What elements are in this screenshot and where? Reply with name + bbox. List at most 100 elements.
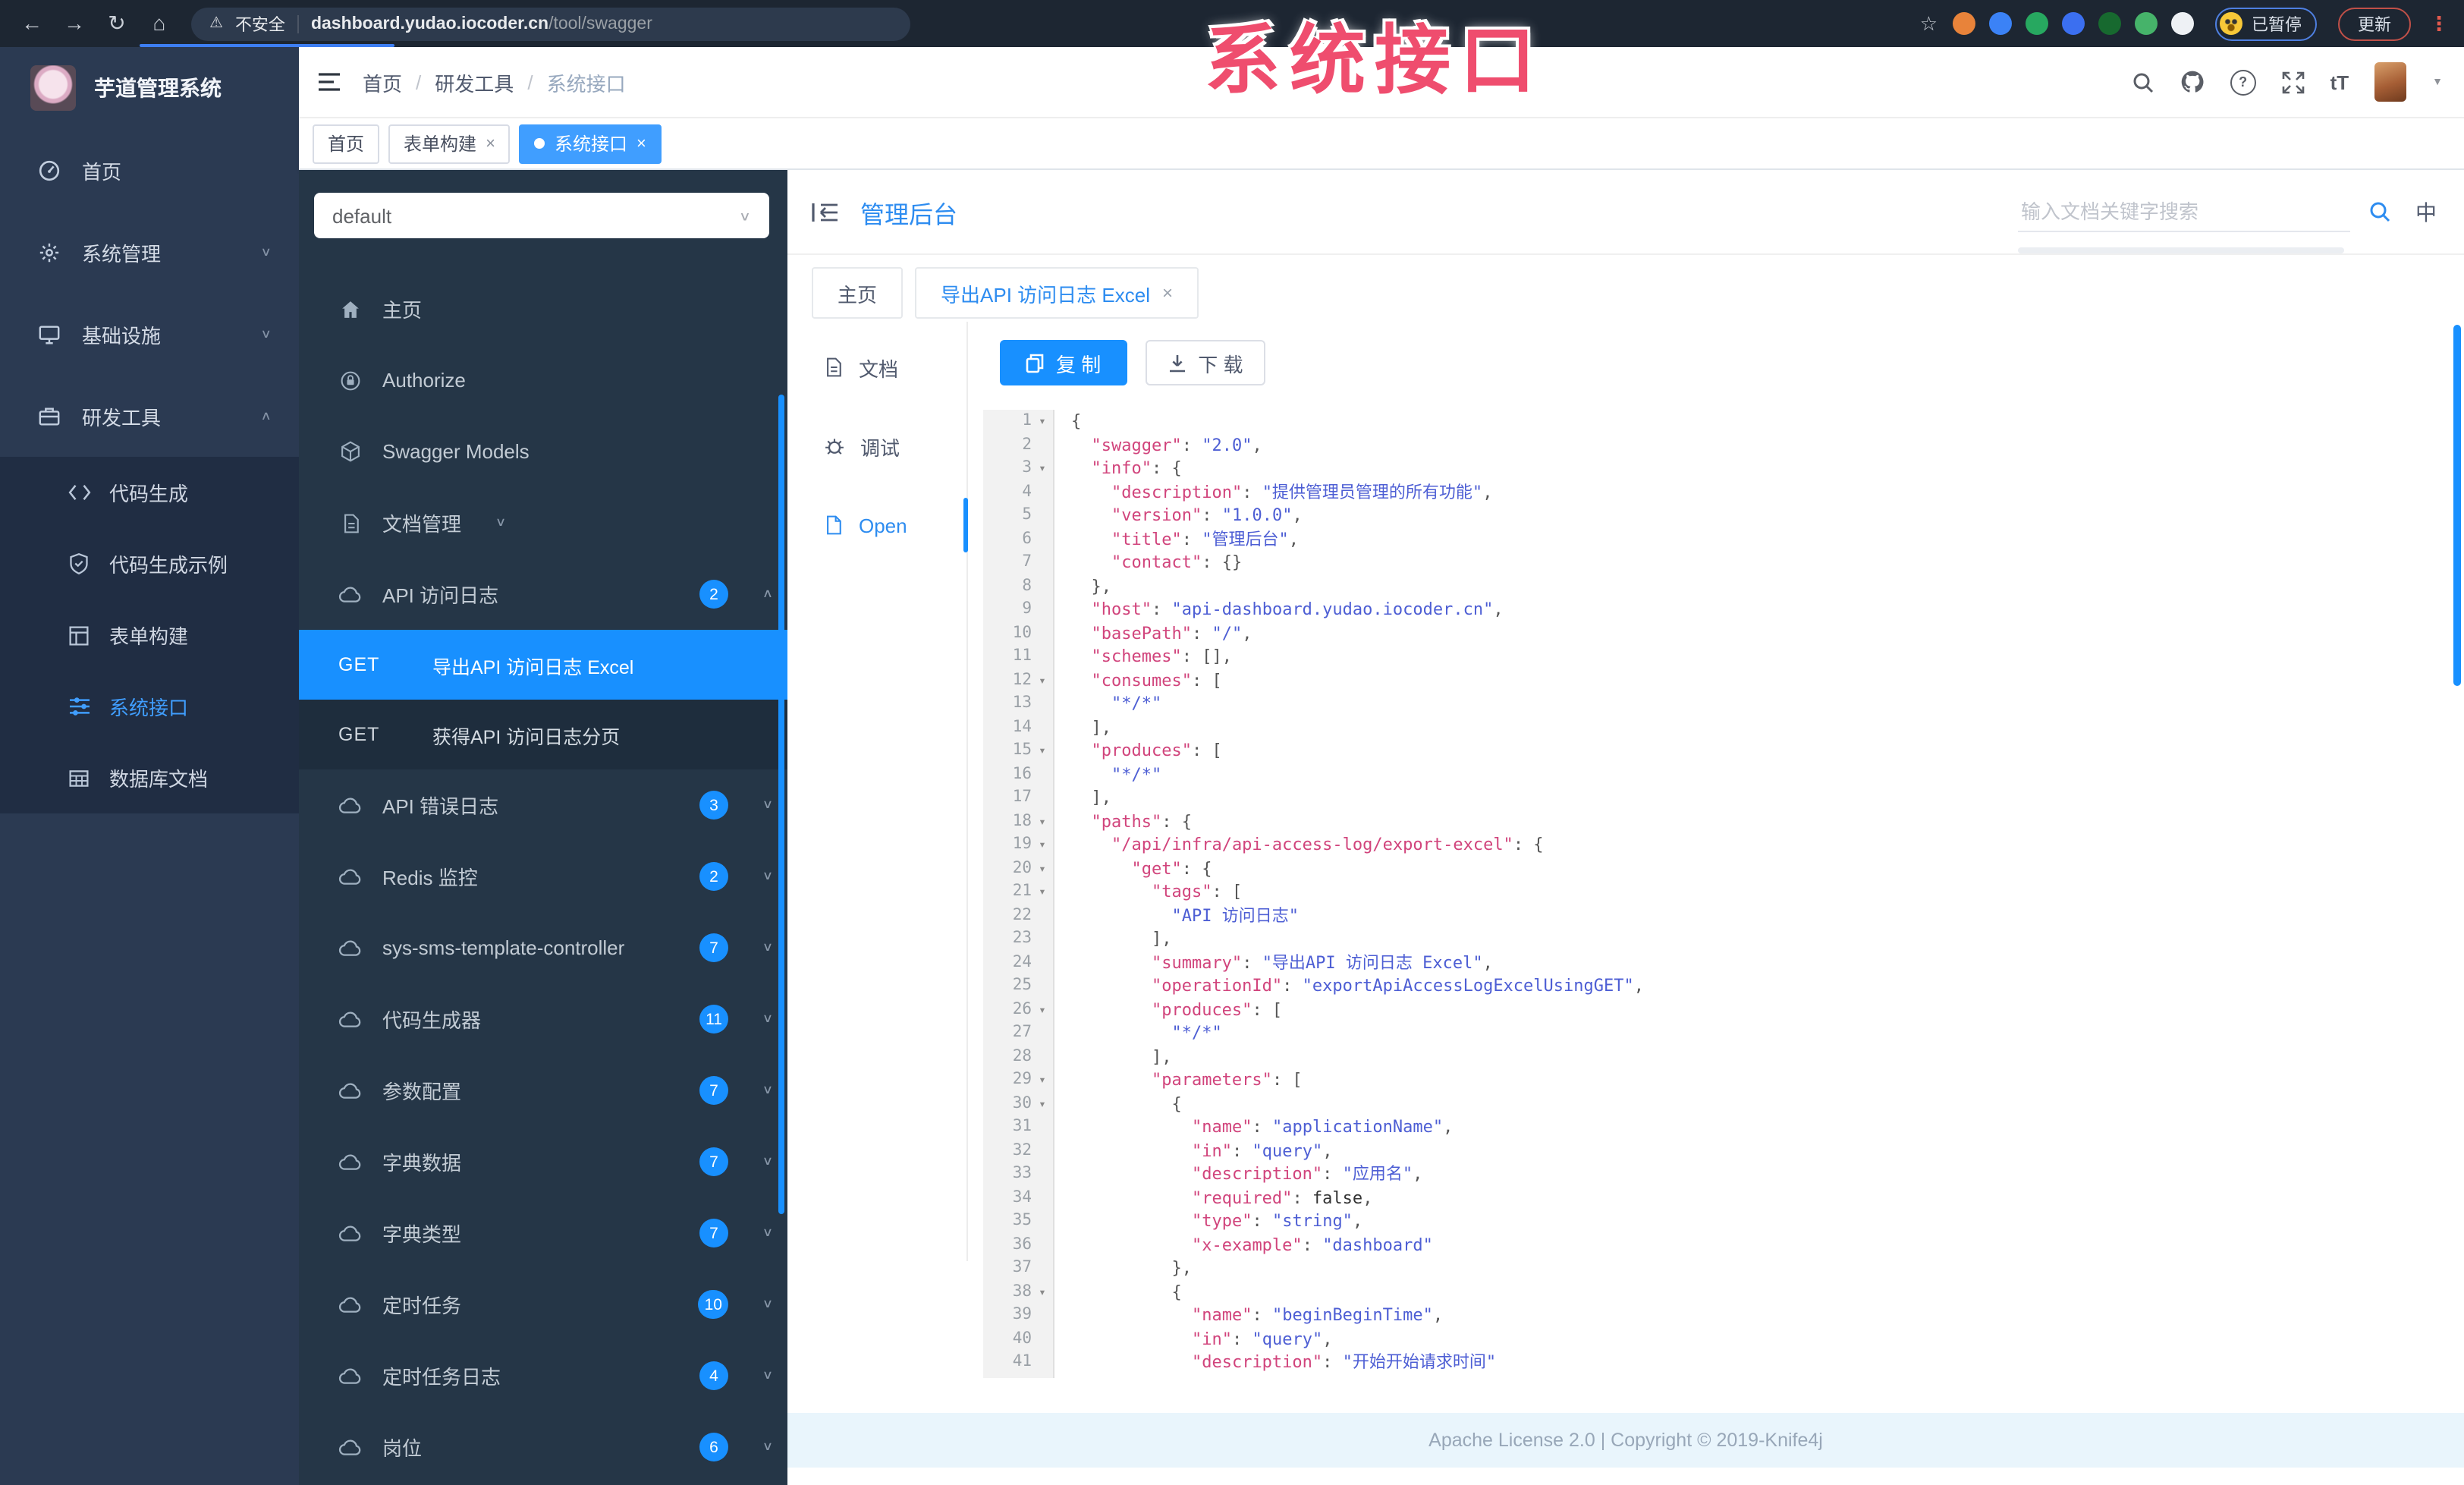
sidebar-item-表单构建[interactable]: 表单构建 [0, 599, 299, 671]
close-tag-icon[interactable]: × [486, 134, 495, 153]
update-button[interactable]: 更新 [2338, 7, 2411, 40]
main-scrollbar[interactable] [2453, 325, 2461, 686]
scroll-hint-bar [2018, 247, 2344, 253]
breadcrumb-item[interactable]: 研发工具 [435, 68, 514, 96]
code-line: 40 "in": "query", [983, 1327, 2452, 1351]
api-group-定时任务日志[interactable]: 定时任务日志 4 ∨ [299, 1340, 787, 1411]
collapse-sidebar-icon[interactable] [812, 201, 839, 222]
api-group-API 访问日志[interactable]: API 访问日志 2 ∧ [299, 558, 787, 630]
api-group-参数配置[interactable]: 参数配置 7 ∨ [299, 1055, 787, 1126]
home-icon[interactable]: ⌂ [143, 11, 176, 36]
fold-icon[interactable]: ▾ [1032, 1280, 1053, 1304]
doc-search-input[interactable] [2018, 191, 2350, 232]
api-group-代码生成器[interactable]: 代码生成器 11 ∨ [299, 983, 787, 1055]
fold-icon[interactable]: ▾ [1032, 833, 1053, 857]
api-operation-获得API 访问日志分页[interactable]: GET 获得API 访问日志分页 [299, 700, 787, 769]
line-number: 15 [1012, 741, 1032, 759]
fold-icon [1032, 621, 1053, 645]
api-group-字典数据[interactable]: 字典数据 7 ∨ [299, 1126, 787, 1197]
ext-dark-green-box[interactable] [2098, 12, 2121, 35]
ext-orange[interactable] [1953, 12, 1975, 35]
font-size-icon[interactable]: tT [2330, 71, 2349, 93]
sidebar-item-首页[interactable]: 首页 [0, 129, 299, 211]
doc-nav-调试[interactable]: 调试 [787, 413, 966, 480]
doc-search-icon[interactable] [2368, 200, 2391, 223]
user-menu-caret-icon[interactable]: ▼ [2432, 77, 2443, 87]
fold-icon[interactable]: ▾ [1032, 410, 1053, 433]
ext-green-circle[interactable] [2026, 12, 2048, 35]
api-group-Swagger Models[interactable]: Swagger Models [299, 416, 787, 487]
breadcrumb-item[interactable]: 首页 [363, 68, 402, 96]
api-group-API 错误日志[interactable]: API 错误日志 3 ∨ [299, 769, 787, 841]
tag-表单构建[interactable]: 表单构建 × [388, 124, 511, 163]
sidebar-item-label: 系统接口 [109, 697, 189, 719]
close-tag-icon[interactable]: × [636, 134, 646, 153]
back-icon[interactable]: ← [15, 11, 49, 36]
token: "parameters" [1151, 1070, 1272, 1090]
sidebar-item-代码生成示例[interactable]: 代码生成示例 [0, 528, 299, 599]
doc-tab-主页[interactable]: 主页 [812, 267, 904, 319]
api-group-Authorize[interactable]: Authorize [299, 345, 787, 416]
fold-icon[interactable]: ▾ [1032, 669, 1053, 692]
fold-icon[interactable]: ▾ [1032, 1068, 1053, 1092]
token: "api-dashboard.yudao.iocoder.cn" [1171, 599, 1494, 619]
fold-icon [1032, 1210, 1053, 1233]
fold-icon[interactable]: ▾ [1032, 457, 1053, 480]
tag-首页[interactable]: 首页 [313, 124, 380, 163]
token: , [1443, 1117, 1454, 1137]
api-group-字典类型[interactable]: 字典类型 7 ∨ [299, 1197, 787, 1269]
sidebar-item-系统接口[interactable]: 系统接口 [0, 671, 299, 742]
doc-nav-Open[interactable]: Open [787, 492, 968, 558]
fold-icon[interactable]: ▾ [1032, 1092, 1053, 1115]
doc-tab-导出API 访问日志 Excel[interactable]: 导出API 访问日志 Excel × [915, 267, 1199, 319]
help-icon[interactable]: ? [2230, 69, 2256, 95]
copy-button[interactable]: 复 制 [1000, 340, 1127, 385]
api-group-sys-sms-template-controller[interactable]: sys-sms-template-controller 7 ∨ [299, 912, 787, 983]
fold-icon [1032, 527, 1053, 551]
ext-green-leaf[interactable] [2135, 12, 2158, 35]
sidebar-item-研发工具[interactable]: 研发工具 ∧ [0, 375, 299, 457]
tags-view-bar: 首页 表单构建 × 系统接口 × [299, 118, 2464, 170]
reload-icon[interactable]: ↻ [100, 11, 134, 36]
fold-icon[interactable]: ▾ [1032, 857, 1053, 880]
api-group-主页[interactable]: 主页 [299, 273, 787, 345]
fullscreen-icon[interactable] [2282, 71, 2305, 93]
sidebar-item-系统管理[interactable]: 系统管理 ∨ [0, 211, 299, 293]
sidebar-item-基础设施[interactable]: 基础设施 ∨ [0, 293, 299, 375]
api-count-badge: 6 [699, 1433, 728, 1461]
sidebar-scrollbar[interactable] [778, 395, 784, 1214]
user-avatar[interactable] [2374, 62, 2407, 102]
api-group-Redis 监控[interactable]: Redis 监控 2 ∨ [299, 841, 787, 912]
api-group-定时任务[interactable]: 定时任务 10 ∨ [299, 1269, 787, 1340]
json-editor[interactable]: 1 ▾{2 "swagger": "2.0", 3 ▾ "info": {4 "des… [983, 410, 2452, 1378]
bookmark-star-icon[interactable]: ☆ [1920, 11, 1938, 36]
ext-blue-grid[interactable] [2062, 12, 2085, 35]
github-icon[interactable] [2180, 70, 2205, 94]
fold-icon[interactable]: ▾ [1032, 739, 1053, 763]
sidebar-item-代码生成[interactable]: 代码生成 [0, 457, 299, 528]
tag-系统接口[interactable]: 系统接口 × [519, 124, 662, 163]
app-logo-row[interactable]: 芋道管理系统 [0, 47, 299, 129]
download-button[interactable]: 下 载 [1145, 340, 1266, 385]
ext-white-puzzle[interactable] [2171, 12, 2194, 35]
hamburger-icon[interactable] [317, 71, 341, 93]
search-icon[interactable] [2132, 71, 2154, 93]
paused-extension-badge[interactable]: 已暂停 [2215, 7, 2317, 40]
sidebar-item-数据库文档[interactable]: 数据库文档 [0, 742, 299, 813]
api-group-文档管理[interactable]: 文档管理 ∨ [299, 487, 787, 558]
api-group-select[interactable]: default ∨ [314, 193, 769, 238]
language-switch-icon[interactable]: 中 [2415, 197, 2437, 227]
fold-icon[interactable]: ▾ [1032, 998, 1053, 1021]
api-group-岗位[interactable]: 岗位 6 ∨ [299, 1411, 787, 1483]
doc-nav-文档[interactable]: 文档 [787, 334, 966, 401]
browser-menu-icon[interactable]: ⋮ [2429, 11, 2449, 36]
fold-icon[interactable]: ▾ [1032, 880, 1053, 904]
ext-blue-drop[interactable] [1989, 12, 2012, 35]
api-operation-导出API 访问日志 Excel[interactable]: GET 导出API 访问日志 Excel [299, 630, 787, 700]
forward-icon[interactable]: → [58, 11, 91, 36]
close-tab-icon[interactable]: × [1162, 282, 1173, 304]
address-bar[interactable]: ⚠ 不安全 dashboard.yudao.iocoder.cn/tool/sw… [191, 7, 910, 40]
fold-icon[interactable]: ▾ [1032, 810, 1053, 833]
token: : [1231, 1140, 1252, 1160]
